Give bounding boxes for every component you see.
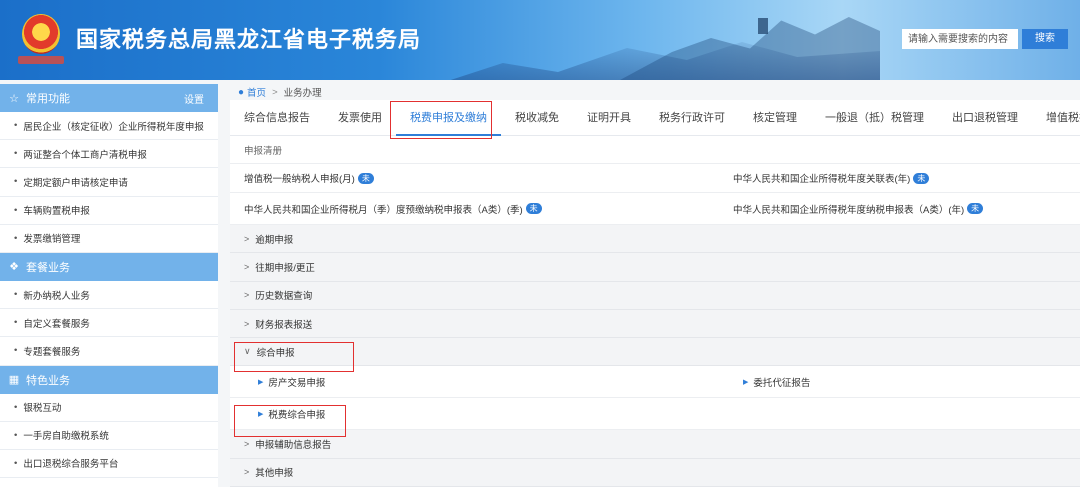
accordion-other[interactable]: > 其他申报	[230, 458, 1080, 487]
search-input[interactable]	[902, 29, 1018, 49]
sidebar-item[interactable]: • 两证整合个体工商户清税申报	[0, 140, 218, 169]
sidebar-item[interactable]: • 一手房自助缴税系统	[0, 422, 218, 450]
section-title: 常用功能	[26, 93, 70, 105]
sidebar-item[interactable]: • 居民企业（核定征收）企业所得税年度申报	[0, 112, 218, 141]
tab-assessment[interactable]: 核定管理	[739, 100, 811, 136]
table-row: 中华人民共和国企业所得税月（季）度预缴纳税申报表（A类）(季) 未 中华人民共和国…	[230, 193, 1080, 225]
sidebar-item[interactable]: • 定期定额户申请核定申请	[0, 168, 218, 197]
accordion-comprehensive[interactable]: ∨ 综合申报	[230, 338, 1080, 367]
main-content: ● 首页 > 业务办理 综合信息报告 发票使用 税费申报及缴纳 税收减免 证明开…	[230, 84, 1080, 487]
sidebar-item[interactable]: • 新办纳税人业务	[0, 281, 218, 310]
sidebar-item[interactable]: • 车辆购置税申报	[0, 197, 218, 225]
tab-info-report[interactable]: 综合信息报告	[230, 100, 324, 136]
chevron-right-icon: >	[244, 318, 250, 329]
watchtower-decoration	[758, 18, 768, 34]
breadcrumb-separator: >	[272, 86, 278, 98]
bullet-icon: •	[14, 204, 18, 216]
bullet-icon: •	[14, 457, 18, 469]
bullet-icon: •	[14, 232, 18, 244]
accordion-history[interactable]: > 历史数据查询	[230, 281, 1080, 310]
star-icon: ☆	[9, 92, 19, 105]
list-item[interactable]: 中华人民共和国企业所得税月（季）度预缴纳税申报表（A类）(季) 未	[230, 202, 733, 216]
emblem-ribbon	[18, 56, 64, 64]
section-title: 套餐业务	[26, 261, 70, 274]
chevron-right-icon: >	[244, 467, 250, 478]
chevron-right-icon: >	[244, 439, 250, 450]
chevron-right-icon: >	[244, 290, 250, 301]
sidebar-item[interactable]: • 发票缴销管理	[0, 225, 218, 253]
business-panel: 综合信息报告 发票使用 税费申报及缴纳 税收减免 证明开具 税务行政许可 核定管…	[230, 100, 1080, 487]
breadcrumb: ● 首页 > 业务办理	[230, 84, 1080, 100]
sidebar-item[interactable]: • 出口退税综合服务平台	[0, 450, 218, 479]
bullet-icon: •	[14, 176, 18, 188]
sidebar-item[interactable]: • 自定义套餐服务	[0, 309, 218, 338]
highlight-box	[390, 101, 492, 139]
status-badge: 未	[357, 172, 374, 184]
layers-icon: ❖	[9, 261, 19, 274]
highlight-box	[234, 405, 346, 437]
site-title: 国家税务总局黑龙江省电子税务局	[76, 27, 422, 52]
tab-certificates[interactable]: 证明开具	[573, 100, 645, 136]
search-button[interactable]: 搜索	[1022, 29, 1068, 49]
bullet-icon: •	[14, 401, 18, 413]
triangle-right-icon: ▶	[743, 378, 749, 386]
bullet-icon: •	[14, 120, 18, 132]
sidebar-section-featured[interactable]: ▦ 特色业务	[0, 365, 218, 394]
accordion-overdue[interactable]: > 逾期申报	[230, 225, 1080, 254]
grid-icon: ▦	[8, 374, 20, 386]
breadcrumb-current: 业务办理	[283, 88, 322, 99]
section-title: 特色业务	[26, 374, 70, 387]
tab-refund[interactable]: 一般退（抵）税管理	[811, 100, 938, 136]
table-row: 增值税一般纳税人申报(月) 未 中华人民共和国企业所得税年度关联表(年) 未	[230, 164, 1080, 193]
sidebar-section-packages[interactable]: ❖ 套餐业务	[0, 252, 218, 281]
accordion-past-filing[interactable]: > 往期申报/更正	[230, 253, 1080, 282]
site-header: 国家税务总局黑龙江省电子税务局 搜索	[0, 0, 1080, 80]
breadcrumb-home[interactable]: 首页	[247, 85, 266, 99]
tab-vat-deduction[interactable]: 增值税抵扣凭证	[1032, 100, 1080, 136]
bullet-icon: •	[14, 289, 18, 301]
settings-link[interactable]: 设置	[184, 91, 204, 106]
tab-bar: 综合信息报告 发票使用 税费申报及缴纳 税收减免 证明开具 税务行政许可 核定管…	[230, 100, 1080, 139]
tab-admin-license[interactable]: 税务行政许可	[645, 100, 739, 136]
bullet-icon: •	[14, 317, 18, 329]
sidebar-item[interactable]: • 银税互动	[0, 394, 218, 422]
accordion-financial-report[interactable]: > 财务报表报送	[230, 309, 1080, 339]
list-item[interactable]: 增值税一般纳税人申报(月) 未	[230, 171, 733, 185]
sidebar-section-common[interactable]: ☆ 常用功能 设置	[0, 84, 218, 112]
tab-tax-relief[interactable]: 税收减免	[501, 100, 573, 136]
sidebar-item[interactable]: • 专题套餐服务	[0, 337, 218, 366]
tax-emblem-logo	[22, 14, 60, 54]
status-badge: 未	[525, 203, 542, 214]
tab-export-refund[interactable]: 出口退税管理	[938, 100, 1032, 136]
highlight-box	[234, 342, 354, 372]
accordion-aux-info[interactable]: > 申报辅助信息报告	[230, 430, 1080, 459]
list-item[interactable]: 中华人民共和国企业所得税年度纳税申报表（A类）(年) 未	[733, 202, 1080, 216]
chevron-right-icon: >	[244, 233, 250, 244]
sidebar: ☆ 常用功能 设置 • 居民企业（核定征收）企业所得税年度申报 • 两证整合个体工商…	[0, 84, 218, 487]
filing-list-label: 申报清册	[230, 136, 1080, 164]
list-item[interactable]: ▶ 房产交易申报	[230, 375, 743, 389]
status-badge: 未	[913, 172, 930, 184]
bullet-icon: •	[14, 148, 18, 160]
tab-invoice-use[interactable]: 发票使用	[324, 100, 396, 136]
table-row: ▶ 房产交易申报 ▶ 委托代征报告	[230, 366, 1080, 399]
list-item[interactable]: ▶ 委托代征报告	[743, 375, 1080, 389]
status-badge: 未	[967, 203, 984, 214]
table-row: ▶ 税费综合申报	[230, 398, 1080, 431]
bullet-icon: •	[14, 345, 18, 357]
bullet-icon: •	[14, 429, 18, 441]
location-pin-icon: ●	[238, 86, 245, 98]
chevron-right-icon: >	[244, 261, 250, 272]
triangle-right-icon: ▶	[258, 378, 264, 386]
list-item[interactable]: 中华人民共和国企业所得税年度关联表(年) 未	[733, 171, 1080, 185]
